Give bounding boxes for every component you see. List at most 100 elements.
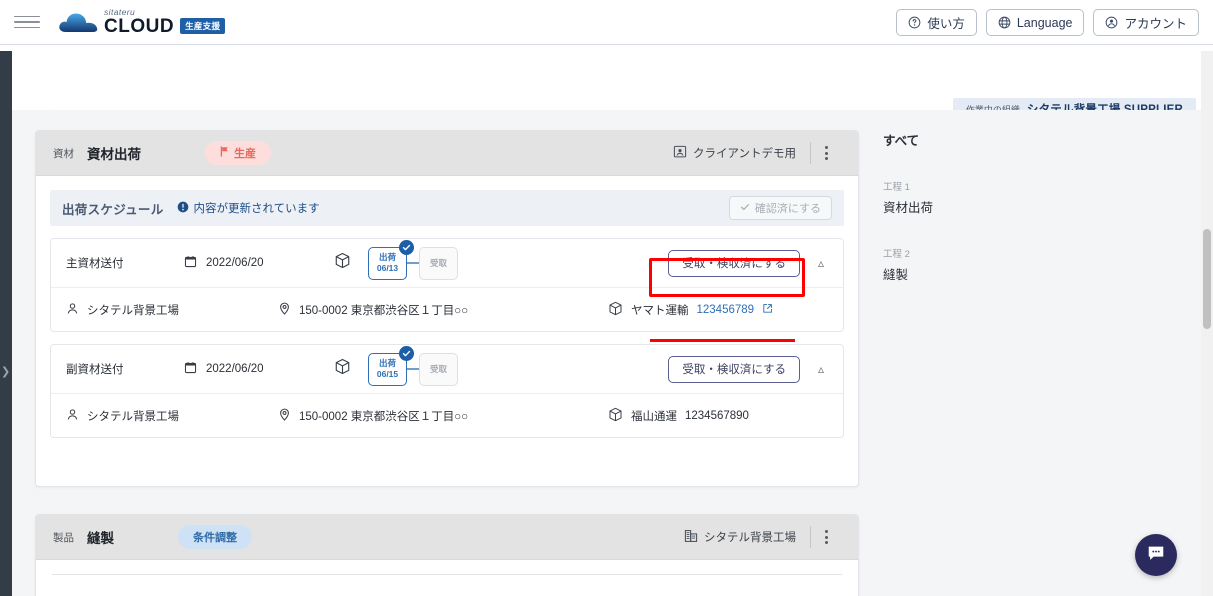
- mark-received-inspected-button[interactable]: 受取・検収済にする: [668, 355, 800, 383]
- shipping-schedule-header: 出荷スケジュール 内容が更新されています 確認済にする: [50, 190, 844, 226]
- stepper-connector: [407, 368, 419, 370]
- calendar-icon: [184, 255, 197, 271]
- shipment-date: 2022/06/20: [184, 255, 334, 271]
- shipment-row-actions: 受取・検収済にする ▵: [668, 355, 828, 383]
- panel-process-item-2[interactable]: 工程 2 縫製: [883, 246, 1183, 283]
- shipment-supplier: シタテル背景工場: [66, 302, 278, 318]
- calendar-icon: [184, 361, 197, 377]
- stepper-step-shipped-label: 出荷: [378, 358, 396, 369]
- person-icon: [66, 302, 79, 318]
- shipment-address-label: 150-0002 東京都渋谷区１丁目○○: [299, 304, 469, 317]
- external-link-icon[interactable]: [762, 303, 773, 317]
- shipment-address: 150-0002 東京都渋谷区１丁目○○: [278, 408, 608, 424]
- help-button-label: 使い方: [927, 17, 965, 31]
- account-button[interactable]: アカウント: [1093, 9, 1199, 36]
- stepper-connector: [407, 262, 419, 264]
- cloud-logo-icon: [58, 10, 100, 36]
- status-badge-condition: 条件調整: [178, 525, 252, 549]
- collapsed-sidebar-rail[interactable]: ❯: [0, 51, 12, 596]
- globe-icon: [998, 16, 1011, 29]
- top-header-bar: sitateru CLOUD 生産支援 使い方 Language アカウント: [0, 0, 1213, 44]
- card-owner: クライアントデモ用: [673, 145, 810, 162]
- stepper-step-shipped[interactable]: 出荷 06/13: [368, 239, 414, 280]
- shipment-stepper: 出荷 06/13 受取: [368, 239, 458, 280]
- chevron-right-icon[interactable]: ❯: [1, 367, 10, 378]
- shipment-carrier-label: 福山通運: [631, 410, 677, 423]
- help-button[interactable]: 使い方: [896, 9, 977, 36]
- check-circle-icon: [399, 239, 414, 255]
- panel-process-step-number: 工程 2: [883, 249, 910, 260]
- brand-badge: 生産支援: [180, 17, 226, 35]
- status-badge-production: 生産: [205, 141, 271, 165]
- location-pin-icon: [278, 408, 291, 424]
- panel-process-item-1[interactable]: 工程 1 資材出荷: [883, 179, 1183, 216]
- shipment-date-value: 2022/06/20: [206, 257, 264, 269]
- shipment-row-detail: シタテル背景工場 150-0002 東京都渋谷区１丁目○○ ヤマト運輸 1234…: [51, 287, 843, 331]
- shipment-supplier: シタテル背景工場: [66, 408, 278, 424]
- account-button-label: アカウント: [1124, 17, 1187, 31]
- package-icon: [334, 358, 351, 380]
- shipment-row-main: 主資材送付 2022/06/20 出荷 06/13 受取 受取・検収済にする ▵: [51, 239, 843, 287]
- main-content-scroll-area: 資材 資材出荷 生産 クライアントデモ用 出荷スケジュール 内容が更新されていま…: [12, 110, 1201, 596]
- mark-received-inspected-button[interactable]: 受取・検収済にする: [668, 249, 800, 277]
- factory-icon: [684, 529, 698, 546]
- stepper-step-received[interactable]: 受取: [419, 246, 458, 280]
- shipment-row-main: 副資材送付 2022/06/20 出荷 06/15 受取 受取・検収済にする ▵: [51, 345, 843, 393]
- brand-logo[interactable]: sitateru CLOUD 生産支援: [58, 8, 226, 38]
- panel-process-step-number: 工程 1: [883, 182, 910, 193]
- stepper-step-shipped-date: 06/15: [376, 369, 399, 379]
- card-header: 資材 資材出荷 生産 クライアントデモ用: [36, 131, 858, 176]
- panel-process-label: 縫製: [883, 268, 909, 282]
- language-button[interactable]: Language: [985, 9, 1085, 36]
- status-badge-label: 条件調整: [193, 532, 237, 544]
- shipment-row: 主資材送付 2022/06/20 出荷 06/13 受取 受取・検収済にする ▵…: [50, 238, 844, 332]
- panel-process-label: 資材出荷: [883, 201, 934, 215]
- stepper-step-received-label: 受取: [429, 363, 447, 374]
- card-kind-label: 資材: [53, 147, 74, 160]
- shipment-carrier: 福山通運 1234567890: [608, 407, 749, 425]
- page-scrollbar-track[interactable]: [1201, 51, 1213, 596]
- chevron-up-icon[interactable]: ▵: [818, 362, 828, 376]
- shipment-row-actions: 受取・検収済にする ▵: [668, 249, 828, 277]
- chat-support-button[interactable]: [1135, 534, 1177, 576]
- mark-confirmed-button[interactable]: 確認済にする: [728, 196, 832, 220]
- card-material-shipment: 資材 資材出荷 生産 クライアントデモ用 出荷スケジュール 内容が更新されていま…: [35, 130, 859, 487]
- card-owner-label: クライアントデモ用: [692, 148, 796, 160]
- status-badge-label: 生産: [234, 148, 256, 160]
- card-header-right: クライアントデモ用: [673, 142, 841, 164]
- card-more-menu-icon[interactable]: [811, 146, 841, 160]
- chevron-up-icon[interactable]: ▵: [818, 256, 828, 270]
- page-scrollbar-thumb[interactable]: [1203, 229, 1211, 329]
- hamburger-menu-icon[interactable]: [14, 9, 40, 35]
- panel-filter-all[interactable]: すべて: [883, 130, 1183, 149]
- shipment-name: 主資材送付: [66, 258, 124, 270]
- card-header: 製品 縫製 条件調整 シタテル背景工場: [36, 515, 858, 560]
- card-sewing: 製品 縫製 条件調整 シタテル背景工場: [35, 514, 859, 596]
- stepper-step-received-label: 受取: [429, 257, 447, 268]
- brand-title: CLOUD: [104, 16, 175, 38]
- shipment-carrier-label: ヤマト運輸: [631, 304, 689, 317]
- card-title: 縫製: [87, 531, 114, 546]
- tracking-number-link[interactable]: 123456789: [697, 304, 755, 316]
- chat-bubble-icon: [1146, 543, 1166, 568]
- shipment-date-value: 2022/06/20: [206, 363, 264, 375]
- mark-confirmed-label: 確認済にする: [754, 203, 821, 215]
- stepper-step-shipped[interactable]: 出荷 06/15: [368, 345, 414, 386]
- tracking-number-text: 1234567890: [685, 409, 749, 422]
- shipment-row: 副資材送付 2022/06/20 出荷 06/15 受取 受取・検収済にする ▵…: [50, 344, 844, 438]
- language-button-label: Language: [1016, 15, 1073, 30]
- exclamation-circle-icon: [177, 201, 189, 216]
- header-actions: 使い方 Language アカウント: [896, 9, 1199, 36]
- shipment-row-detail: シタテル背景工場 150-0002 東京都渋谷区１丁目○○ 福山通運 12345…: [51, 393, 843, 437]
- package-icon: [608, 301, 623, 319]
- title-band: デニムジャケット ··· 作業中の組織 シタテル背景工場 SUPPLIER: [0, 44, 1213, 154]
- check-circle-icon: [399, 345, 414, 361]
- card-more-menu-icon[interactable]: [811, 530, 841, 544]
- check-icon: [740, 202, 750, 215]
- card-body: [36, 560, 858, 596]
- card-owner-label: シタテル背景工場: [704, 532, 796, 544]
- shipment-carrier: ヤマト運輸 123456789: [608, 301, 773, 319]
- account-circle-icon: [1105, 16, 1118, 29]
- stepper-step-received[interactable]: 受取: [419, 352, 458, 386]
- shipment-address: 150-0002 東京都渋谷区１丁目○○: [278, 302, 608, 318]
